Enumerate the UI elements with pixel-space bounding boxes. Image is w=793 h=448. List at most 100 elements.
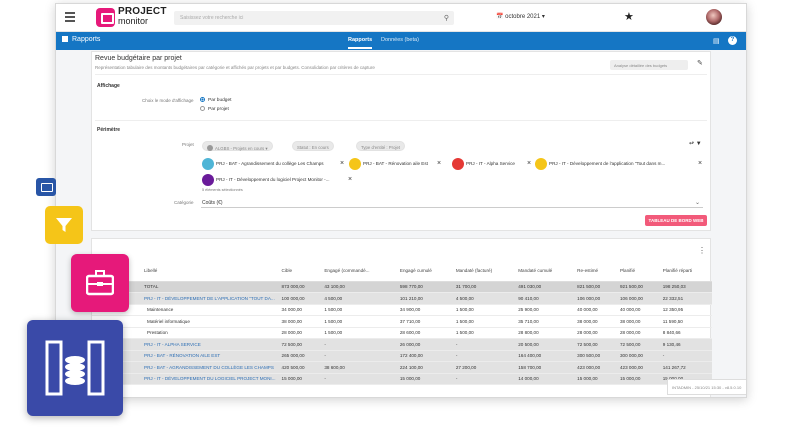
row-value: 28 800,00 (515, 327, 575, 339)
table-row[interactable]: PRJ - IT - DÉVELOPPEMENT DE L'APPLICATIO… (92, 292, 712, 305)
table-row[interactable]: PRJ - BAT - RÉNOVATION AILE EST 265 000,0… (92, 350, 712, 362)
table-row[interactable]: Matériel informatique 38 000,00 1 500,00 37… (92, 315, 712, 328)
project-chip-logiciel[interactable]: PRJ - IT - Développement du logiciel Pro… (202, 174, 352, 186)
project-chip-label: PRJ - IT - Alpha Service (466, 161, 515, 166)
row-value: - (659, 350, 712, 362)
active-tab-indicator (348, 47, 372, 49)
row-value: 12 350,95 (659, 304, 712, 316)
report-settings-card: Revue budgétaire par projet Représentati… (91, 51, 711, 231)
filter-chip-statut[interactable]: Statut : En cours (292, 141, 334, 151)
project-chip-label: PRJ - BAT - Rénovation aile Est (363, 161, 428, 166)
column-header[interactable]: Re-estimé (574, 261, 617, 282)
row-value: 15 000,00 (278, 373, 322, 385)
row-value: 423 000,00 (574, 361, 617, 374)
column-header[interactable]: Mandaté cumulé (515, 261, 575, 282)
table-row[interactable]: TOTAL 873 000,00 43 100,00 598 770,00 31 700… (92, 281, 712, 293)
row-value: 35 710,00 (515, 315, 575, 328)
row-value: 164 400,00 (515, 350, 575, 362)
row-value: 38 600,00 (321, 361, 397, 374)
edit-icon[interactable]: ✎ (697, 59, 703, 67)
chat-icon[interactable]: ▤ (713, 37, 720, 45)
divider (95, 74, 707, 75)
project-chip-renovation[interactable]: PRJ - BAT - Rénovation aile Est × (349, 158, 444, 170)
more-options-icon[interactable]: ⋮ (698, 246, 706, 255)
floating-briefcase-icon (71, 254, 129, 312)
search-icon[interactable]: ⚲ (444, 14, 449, 22)
table-row[interactable]: Prestation 28 000,00 1 500,00 28 600,00 1 50… (92, 327, 712, 339)
row-value: 11 590,50 (659, 315, 712, 328)
it-icon (452, 158, 464, 170)
project-chip-label: PRJ - IT - Développement du logiciel Pro… (216, 177, 330, 182)
remove-chip-icon[interactable]: × (698, 160, 702, 167)
project-chip-app[interactable]: PRJ - IT - Développement de l'applicatio… (535, 158, 705, 170)
analysis-tag[interactable]: Analyse détaillée des budgets (610, 60, 688, 70)
table-row[interactable]: Maintenance 34 000,00 1 500,00 34 900,00 1 5… (92, 304, 712, 316)
date-label: octobre 2021 (505, 14, 541, 20)
row-value: 491 030,00 (515, 281, 575, 293)
row-value: 100 000,00 (278, 292, 322, 305)
bat-icon (202, 158, 214, 170)
radio-par-budget-label: Par budget (208, 98, 232, 103)
filter-chip-type[interactable]: Type d'entité : Projet (356, 141, 406, 151)
row-value: 38 000,00 (278, 315, 322, 328)
row-value: 22 332,51 (659, 292, 712, 305)
date-selector[interactable]: 📅 octobre 2021 ▾ (496, 13, 545, 20)
row-value: 72 500,00 (278, 338, 322, 351)
row-value: 15 000,00 (574, 373, 617, 385)
categorie-select[interactable]: Coûts (€) (202, 200, 223, 206)
remove-chip-icon[interactable]: × (348, 176, 352, 183)
app-window: PROJECT monitor Saisissez votre recherch… (55, 3, 747, 398)
project-chip-label: PRJ - BAT - Agrandissement du collège Le… (216, 161, 324, 166)
row-value: - (452, 350, 516, 362)
column-header[interactable]: Mandaté (facturé) (452, 261, 516, 282)
row-value: 1 500,00 (321, 304, 397, 316)
tab-rapports[interactable]: Rapports (348, 37, 372, 43)
column-header[interactable]: Planifié (616, 261, 660, 282)
dashboard-button[interactable]: TABLEAU DE BORD WEB (645, 215, 707, 226)
column-header[interactable]: Engagé cumulé (396, 261, 453, 282)
row-value: 72 500,00 (616, 338, 660, 351)
project-chip-college[interactable]: PRJ - BAT - Agrandissement du collège Le… (202, 158, 347, 170)
section-title-label: Rapports (72, 36, 101, 43)
row-value: 25 900,00 (515, 304, 575, 316)
reports-icon (62, 36, 68, 42)
column-header[interactable]: Planifié réparti (659, 261, 712, 282)
filter-icon (207, 144, 213, 151)
row-value: 106 000,00 (616, 292, 660, 305)
search-input[interactable]: Saisissez votre recherche ici ⚲ (174, 11, 454, 25)
floating-money-icon (36, 178, 56, 196)
favorite-star-icon[interactable]: ★ (624, 10, 634, 23)
table-row[interactable]: PRJ - IT - DÉVELOPPEMENT DU LOGICIEL PRO… (92, 373, 712, 385)
bat-icon (349, 158, 361, 170)
chevron-down-icon[interactable]: ⌄ (695, 199, 700, 206)
remove-chip-icon[interactable]: × (340, 160, 344, 167)
row-value: - (321, 373, 397, 385)
row-value: 90 410,00 (515, 292, 575, 305)
filter-chip-algbs[interactable]: ALGBS - Projets en cours ▾ (202, 141, 273, 151)
row-value: 1 500,00 (321, 315, 397, 328)
radio-par-projet[interactable]: Par projet (200, 106, 229, 112)
row-value: 34 900,00 (396, 304, 453, 316)
row-value: 28 000,00 (616, 327, 660, 339)
row-value: 921 500,00 (616, 281, 660, 293)
column-header[interactable]: Cible (278, 261, 322, 282)
tab-donnees[interactable]: Données (beta) (381, 37, 419, 43)
row-value: 15 000,00 (616, 373, 660, 385)
radio-par-budget[interactable]: Par budget (200, 97, 231, 103)
row-value: - (321, 338, 397, 351)
hamburger-menu-icon[interactable] (65, 12, 75, 22)
row-value: 300 000,00 (616, 350, 660, 362)
table-row[interactable]: PRJ - IT - ALPHA SERVICE 72 500,00-26 000… (92, 338, 712, 351)
project-monitor-logo (96, 8, 115, 27)
table-row[interactable]: PRJ - BAT - AGRANDISSEMENT DU COLLÈGE LE… (92, 361, 712, 374)
project-chip-label: PRJ - IT - Développement de l'applicatio… (549, 161, 666, 166)
remove-chip-icon[interactable]: × (527, 160, 531, 167)
user-avatar[interactable] (706, 9, 722, 25)
row-value: 873 000,00 (278, 281, 322, 293)
row-value: - (321, 350, 397, 362)
collapse-filter-icon[interactable]: ↫ ▼ (689, 140, 702, 147)
help-icon[interactable]: ? (728, 36, 737, 45)
column-header[interactable]: Engagé (commandé... (321, 261, 397, 282)
project-chip-alpha[interactable]: PRJ - IT - Alpha Service × (452, 158, 534, 170)
remove-chip-icon[interactable]: × (437, 160, 441, 167)
